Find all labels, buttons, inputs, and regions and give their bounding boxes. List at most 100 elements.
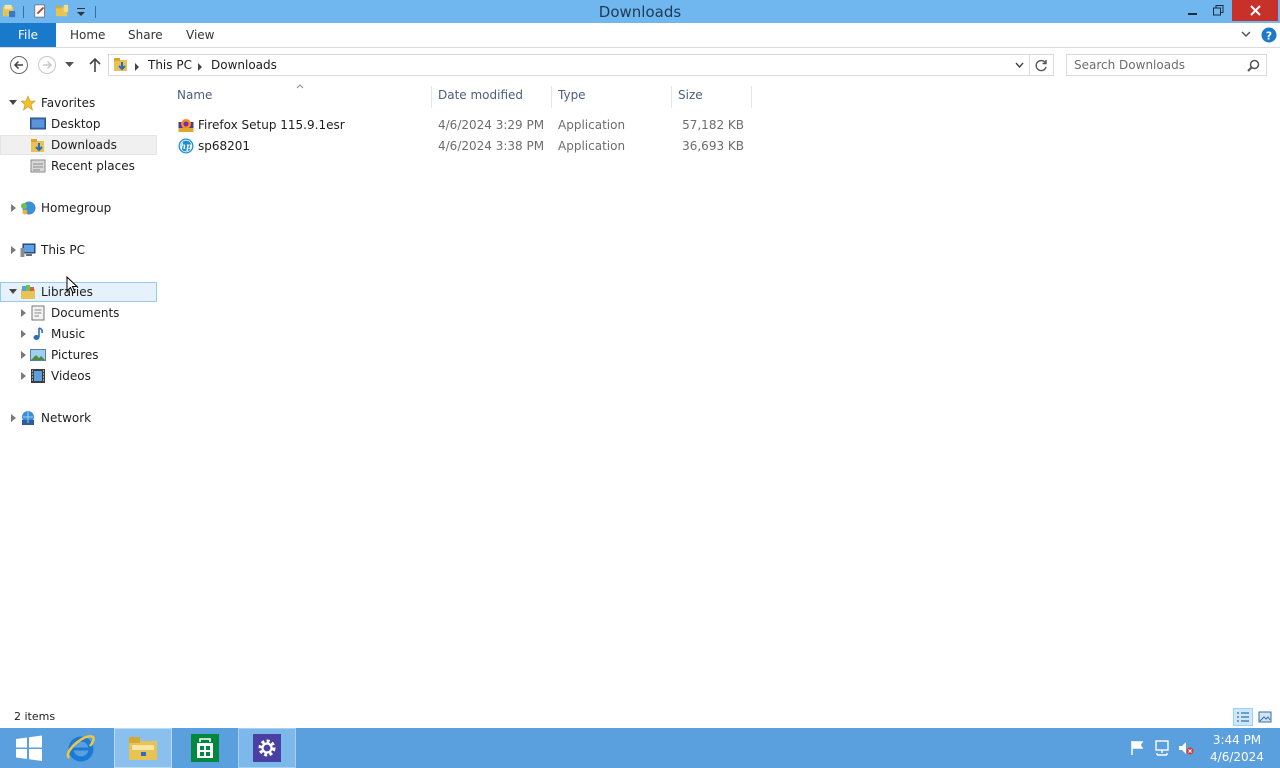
nav-recent-places-label: Recent places	[51, 159, 135, 173]
expand-arrow-icon[interactable]	[21, 372, 26, 380]
recent-locations-button[interactable]	[62, 55, 76, 75]
search-box[interactable]	[1066, 54, 1267, 76]
close-button[interactable]	[1232, 0, 1278, 21]
clock-date[interactable]: 4/6/2024	[1200, 750, 1274, 764]
column-divider[interactable]	[431, 86, 432, 108]
column-header-size[interactable]: Size	[678, 88, 703, 108]
breadcrumb-downloads[interactable]: Downloads	[211, 58, 277, 72]
back-arrow-icon	[10, 56, 28, 74]
expand-arrow-icon[interactable]	[21, 309, 26, 317]
column-divider[interactable]	[551, 86, 552, 108]
collapse-arrow-icon[interactable]	[9, 100, 17, 105]
up-button[interactable]	[85, 55, 105, 75]
ribbon: File Home Share View ?	[0, 23, 1280, 48]
star-icon	[20, 95, 36, 111]
downloads-folder-icon	[31, 139, 44, 152]
nav-favorites-label: Favorites	[41, 96, 96, 110]
nav-favorites[interactable]: Favorites	[0, 93, 157, 113]
window-title: Downloads	[598, 3, 682, 21]
refresh-button[interactable]	[1030, 54, 1054, 76]
expand-arrow-icon[interactable]	[21, 351, 26, 359]
tab-file[interactable]: File	[0, 23, 56, 47]
desktop-icon	[30, 117, 46, 130]
nav-this-pc[interactable]: This PC	[0, 240, 157, 260]
volume-muted-icon[interactable]	[1178, 740, 1194, 756]
tab-home[interactable]: Home	[56, 23, 119, 47]
nav-desktop-label: Desktop	[51, 117, 101, 131]
network-icon	[22, 411, 34, 425]
taskbar-store[interactable]	[176, 728, 234, 768]
file-row[interactable]: Firefox Setup 115.9.1esr 4/6/2024 3:29 P…	[174, 115, 750, 135]
search-input[interactable]	[1067, 55, 1242, 75]
hp-installer-icon: hp	[178, 138, 194, 154]
nav-documents[interactable]: Documents	[0, 303, 157, 323]
file-date: 4/6/2024 3:38 PM	[438, 139, 545, 153]
nav-desktop[interactable]: Desktop	[0, 114, 157, 134]
nav-network[interactable]: Network	[0, 408, 157, 428]
address-history-chevron-icon[interactable]	[1015, 62, 1024, 68]
nav-this-pc-label: This PC	[41, 243, 85, 257]
expand-arrow-icon[interactable]	[11, 246, 16, 254]
taskbar-file-explorer[interactable]	[114, 728, 172, 768]
taskbar-settings[interactable]	[238, 728, 296, 768]
expand-arrow-icon[interactable]	[11, 414, 16, 422]
nav-pictures[interactable]: Pictures	[0, 345, 157, 365]
file-date: 4/6/2024 3:29 PM	[438, 118, 545, 132]
search-icon[interactable]	[1247, 59, 1260, 72]
nav-libraries[interactable]: Libraries	[0, 282, 157, 302]
breadcrumb-separator[interactable]	[198, 63, 202, 71]
breadcrumb-this-pc[interactable]: This PC	[148, 58, 192, 72]
pictures-library-icon	[30, 349, 46, 361]
restore-button[interactable]	[1205, 0, 1231, 21]
forward-button[interactable]	[37, 55, 57, 75]
title-bar[interactable]: Downloads	[0, 0, 1280, 23]
file-row[interactable]: hp sp68201 4/6/2024 3:38 PM Application …	[174, 136, 750, 156]
forward-arrow-icon	[38, 56, 56, 74]
close-icon	[1249, 5, 1261, 16]
nav-homegroup-label: Homegroup	[41, 201, 112, 215]
network-tray-icon[interactable]	[1154, 740, 1170, 756]
svg-text:hp: hp	[180, 141, 192, 151]
breadcrumb-separator[interactable]	[135, 63, 139, 71]
taskbar-internet-explorer[interactable]	[52, 728, 110, 768]
mouse-cursor-icon	[66, 276, 78, 294]
action-center-flag-icon[interactable]	[1130, 740, 1146, 756]
help-icon[interactable]: ?	[1261, 27, 1277, 43]
back-button[interactable]	[9, 55, 29, 75]
nav-music[interactable]: Music	[0, 324, 157, 344]
nav-videos[interactable]: Videos	[0, 366, 157, 386]
libraries-icon	[21, 285, 35, 299]
tab-share[interactable]: Share	[114, 23, 177, 47]
computer-icon	[20, 243, 36, 257]
address-bar[interactable]: This PC Downloads	[108, 54, 1030, 76]
up-arrow-icon	[89, 57, 101, 72]
expand-ribbon-icon[interactable]	[1241, 31, 1251, 38]
large-icons-view-button[interactable]	[1255, 708, 1275, 726]
start-button[interactable]	[0, 728, 58, 768]
nav-pictures-label: Pictures	[51, 348, 99, 362]
svg-text:?: ?	[1266, 30, 1272, 43]
file-explorer-icon	[129, 737, 157, 760]
column-header-type[interactable]: Type	[558, 88, 586, 108]
column-header-name[interactable]: Name	[177, 88, 212, 108]
documents-library-icon	[31, 305, 45, 321]
column-divider[interactable]	[751, 86, 752, 108]
nav-homegroup[interactable]: Homegroup	[0, 198, 157, 218]
minimize-button[interactable]	[1179, 0, 1205, 21]
tab-view[interactable]: View	[172, 23, 228, 47]
column-header-date-modified[interactable]: Date modified	[438, 88, 523, 108]
expand-arrow-icon[interactable]	[11, 204, 16, 212]
refresh-icon	[1035, 59, 1047, 71]
nav-downloads[interactable]: Downloads	[0, 135, 157, 155]
column-divider[interactable]	[671, 86, 672, 108]
collapse-arrow-icon[interactable]	[9, 289, 17, 294]
expand-arrow-icon[interactable]	[21, 330, 26, 338]
clock-time[interactable]: 3:44 PM	[1200, 733, 1274, 747]
firefox-installer-icon	[178, 119, 194, 132]
large-icons-view-icon	[1258, 711, 1272, 723]
videos-library-icon	[31, 369, 45, 383]
music-library-icon	[33, 327, 43, 340]
details-view-button[interactable]	[1233, 708, 1253, 726]
nav-recent-places[interactable]: Recent places	[0, 156, 157, 176]
internet-explorer-icon	[66, 735, 95, 762]
